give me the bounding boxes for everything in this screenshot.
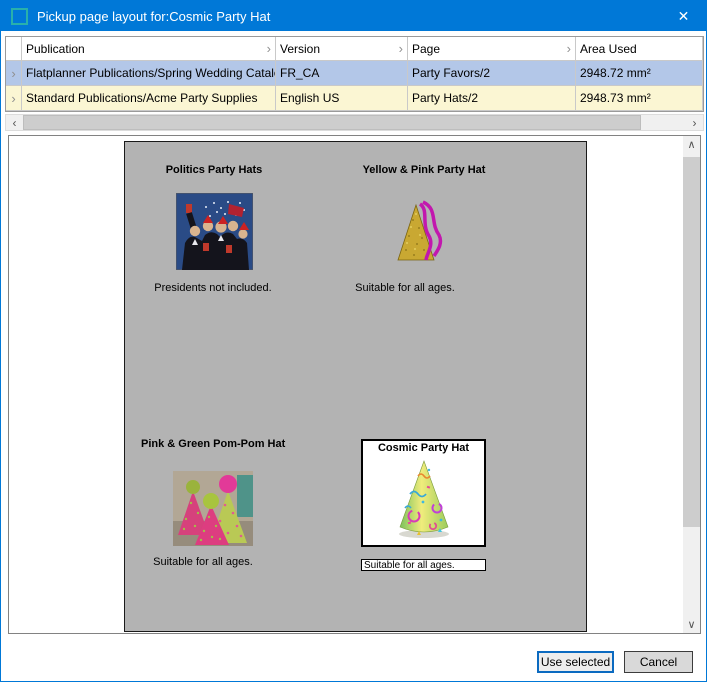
pom-pom-hat-image — [173, 471, 253, 546]
cell-version: English US — [276, 86, 408, 111]
column-header-page[interactable]: Page › — [408, 37, 576, 61]
column-label: Page — [412, 42, 440, 56]
table-header-row: Publication › Version › Page › Area Used — [6, 37, 703, 61]
item-title: Cosmic Party Hat — [363, 442, 484, 454]
title-bar: Pickup page layout for:Cosmic Party Hat … — [1, 1, 706, 31]
cell-publication: Flatplanner Publications/Spring Wedding … — [22, 61, 276, 86]
sort-chevron-icon: › — [567, 42, 571, 55]
table-row-acme-party-supplies[interactable]: › Standard Publications/Acme Party Suppl… — [6, 86, 703, 111]
item-title: Politics Party Hats — [144, 164, 284, 176]
cell-area-used: 2948.72 mm² — [576, 61, 703, 86]
item-title: Pink & Green Pom-Pom Hat — [141, 438, 281, 450]
header-selector-cell — [6, 37, 22, 61]
page-layout-preview-panel: Politics Party Hats — [8, 135, 701, 634]
cosmic-hat-image — [393, 458, 455, 542]
pickup-page-layout-dialog: Pickup page layout for:Cosmic Party Hat … — [0, 0, 707, 682]
cell-area-used: 2948.73 mm² — [576, 86, 703, 111]
column-label: Version — [280, 42, 320, 56]
scroll-up-arrow-icon[interactable]: ∧ — [683, 136, 700, 153]
sort-chevron-icon: › — [267, 42, 271, 55]
item-caption: Suitable for all ages. — [335, 282, 475, 294]
preview-vertical-scrollbar[interactable]: ∧ ∨ — [683, 136, 700, 633]
cell-page: Party Hats/2 — [408, 86, 576, 111]
cell-publication: Standard Publications/Acme Party Supplie… — [22, 86, 276, 111]
row-chevron-icon: › — [11, 91, 15, 106]
table-row-spring-wedding-catalog[interactable]: › Flatplanner Publications/Spring Weddin… — [6, 61, 703, 86]
column-header-area-used[interactable]: Area Used — [576, 37, 703, 61]
item-title: Yellow & Pink Party Hat — [354, 164, 494, 176]
cancel-button[interactable]: Cancel — [624, 651, 693, 673]
item-caption: Suitable for all ages. — [133, 556, 273, 568]
column-header-publication[interactable]: Publication › — [22, 37, 276, 61]
cell-page: Party Favors/2 — [408, 61, 576, 86]
row-selector-cell[interactable]: › — [6, 86, 22, 111]
item-caption: Suitable for all ages. — [361, 559, 486, 571]
close-icon: ✕ — [678, 8, 690, 25]
table-horizontal-scrollbar[interactable]: ‹ › — [5, 114, 704, 131]
close-button[interactable]: ✕ — [661, 1, 706, 31]
vertical-scroll-thumb[interactable] — [683, 157, 700, 527]
page-canvas: Politics Party Hats — [124, 141, 587, 632]
horizontal-scroll-thumb[interactable] — [23, 115, 641, 130]
scroll-down-arrow-icon[interactable]: ∨ — [683, 616, 700, 633]
column-header-version[interactable]: Version › — [276, 37, 408, 61]
politics-party-image — [176, 193, 253, 270]
scroll-left-arrow-icon[interactable]: ‹ — [6, 115, 23, 130]
cell-version: FR_CA — [276, 61, 408, 86]
cosmic-selection-frame[interactable]: Cosmic Party Hat — [361, 439, 486, 547]
app-icon — [11, 8, 28, 25]
column-label: Publication — [26, 42, 85, 56]
scroll-right-arrow-icon[interactable]: › — [686, 115, 703, 130]
row-selector-cell[interactable]: › — [6, 61, 22, 86]
column-label: Area Used — [580, 42, 637, 56]
yellow-pink-hat-image — [393, 198, 458, 266]
dialog-title: Pickup page layout for:Cosmic Party Hat — [37, 9, 270, 24]
layout-table: Publication › Version › Page › Area Used… — [5, 36, 704, 112]
item-caption: Presidents not included. — [133, 282, 293, 294]
row-chevron-icon: › — [11, 66, 15, 81]
use-selected-button[interactable]: Use selected — [537, 651, 614, 673]
sort-chevron-icon: › — [399, 42, 403, 55]
